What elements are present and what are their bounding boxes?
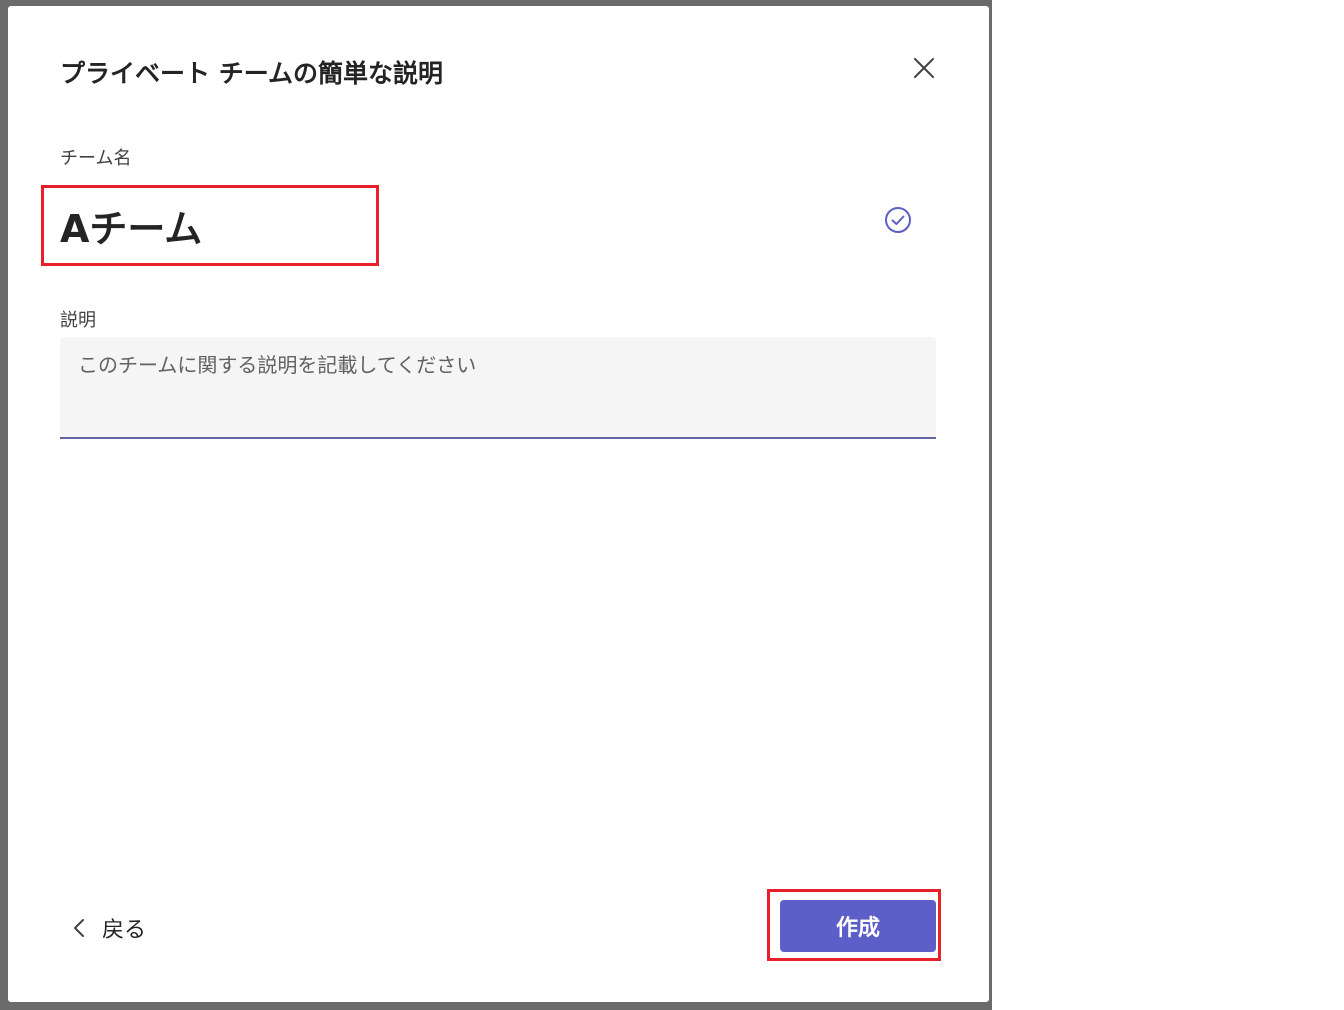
- team-name-highlight: [41, 185, 379, 266]
- description-input[interactable]: [60, 337, 936, 439]
- check-circle-icon: [885, 207, 911, 233]
- dialog-title: プライベート チームの簡単な説明: [60, 59, 443, 88]
- close-button[interactable]: [910, 54, 938, 82]
- team-name-label: チーム名: [60, 148, 132, 169]
- create-button[interactable]: 作成: [780, 900, 936, 952]
- chevron-left-icon: [74, 919, 84, 937]
- create-team-dialog: プライベート チームの簡単な説明 チーム名 Aチーム 説明 戻る 作成: [8, 6, 989, 1002]
- close-icon: [914, 58, 934, 78]
- back-button-label: 戻る: [102, 918, 147, 943]
- description-label: 説明: [60, 310, 96, 331]
- back-button[interactable]: 戻る: [72, 908, 146, 948]
